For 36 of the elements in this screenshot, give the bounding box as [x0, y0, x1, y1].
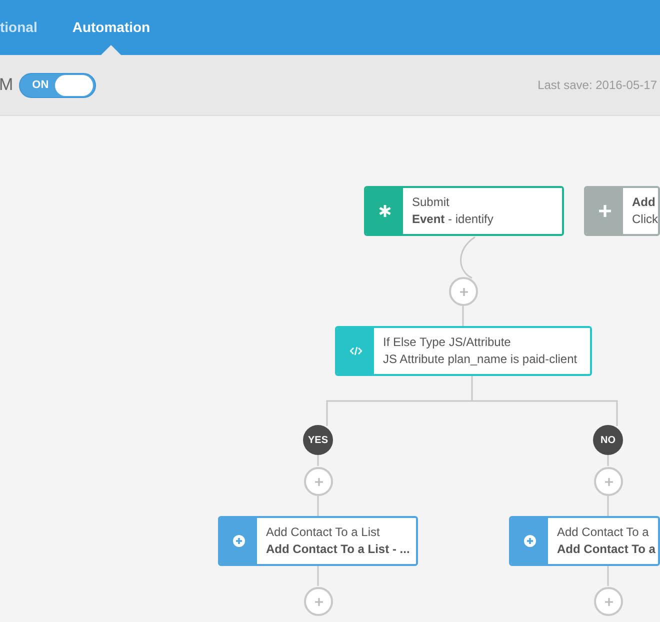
flow-node[interactable]: Submit Event - identify	[364, 186, 564, 236]
plus-icon	[604, 478, 612, 486]
flow-node[interactable]: If Else Type JS/Attribute JS Attribute plan_name is paid-client	[335, 326, 592, 376]
node-title: Add Contact To a	[557, 524, 650, 541]
plus-circle-icon	[524, 535, 536, 547]
add-step-button[interactable]	[594, 467, 623, 496]
code-icon	[350, 345, 362, 357]
flow-node[interactable]: Add Click	[584, 186, 660, 236]
plus-icon	[314, 478, 322, 486]
node-subtitle: Add Contact To a List - ...	[266, 541, 411, 558]
branch-label: YES	[303, 425, 333, 455]
add-step-button[interactable]	[449, 277, 478, 306]
plus-icon	[604, 598, 612, 606]
flow-node[interactable]: Add Contact To a Add Contact To a	[509, 516, 660, 566]
plus-icon	[314, 598, 322, 606]
add-step-button[interactable]	[304, 587, 333, 616]
node-subtitle: JS Attribute plan_name is paid-client	[383, 351, 578, 368]
node-title: Add Contact To a List	[266, 524, 381, 541]
branch-label: NO	[593, 425, 623, 455]
add-step-button[interactable]	[304, 467, 333, 496]
last-save-text: Last save: 2016-05-17	[538, 77, 657, 94]
plus-circle-icon	[232, 535, 244, 547]
add-step-button[interactable]	[594, 587, 623, 616]
node-title: If Else Type JS/Attribute	[383, 334, 512, 351]
plus-icon	[598, 205, 610, 217]
plus-icon	[460, 288, 468, 296]
flow-node[interactable]: Add Contact To a List Add Contact To a List - ...	[218, 516, 418, 566]
node-subtitle: Click	[632, 211, 658, 228]
node-subtitle: Event - identify	[412, 211, 494, 228]
node-title: Add	[632, 194, 656, 211]
automation-name: M	[0, 74, 14, 96]
node-title: Submit	[412, 194, 450, 211]
node-subtitle: Add Contact To a	[557, 541, 656, 558]
connector-line	[460, 236, 476, 279]
asterisk-icon	[378, 205, 390, 217]
connector-line	[462, 306, 464, 326]
